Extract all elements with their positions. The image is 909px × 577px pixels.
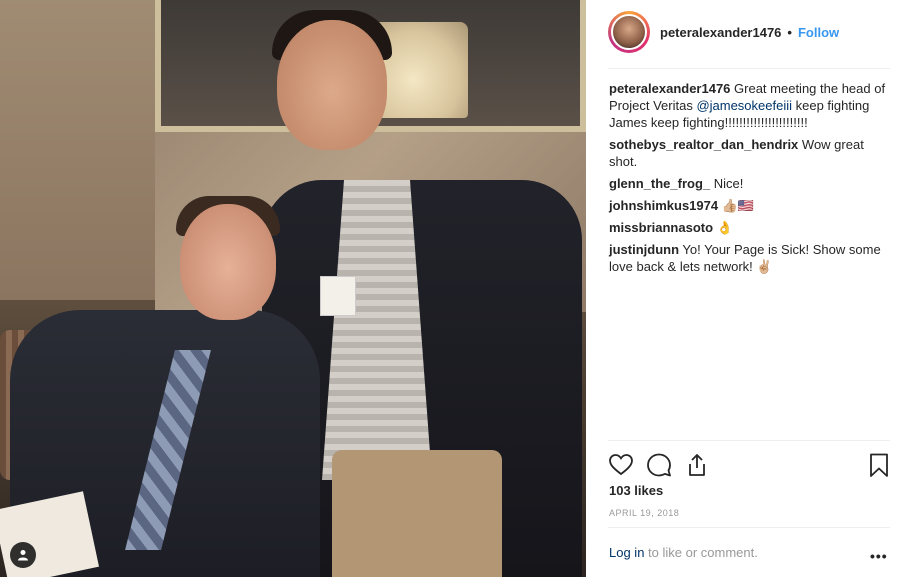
post-header: peteralexander1476 • Follow bbox=[586, 0, 909, 64]
comment-text: 👍🏼🇺🇸 bbox=[718, 198, 755, 213]
login-link[interactable]: Log in bbox=[609, 545, 644, 560]
header-divider bbox=[608, 68, 890, 69]
instagram-post: peteralexander1476 • Follow peteralexand… bbox=[0, 0, 909, 577]
comment-username[interactable]: sothebys_realtor_dan_hendrix bbox=[609, 137, 798, 152]
comment-item: justinjdunn Yo! Your Page is Sick! Show … bbox=[609, 241, 894, 275]
person-pants bbox=[332, 450, 502, 577]
heart-icon bbox=[609, 454, 633, 476]
comment-item: glenn_the_frog_ Nice! bbox=[609, 175, 894, 192]
comment-text: Nice! bbox=[710, 176, 744, 191]
post-photo[interactable] bbox=[0, 0, 586, 577]
person-head bbox=[277, 20, 387, 150]
save-button[interactable] bbox=[866, 452, 892, 478]
caption-comment: peteralexander1476 Great meeting the hea… bbox=[609, 80, 894, 131]
action-bar bbox=[608, 450, 890, 480]
share-icon bbox=[689, 454, 705, 476]
comments-list: peteralexander1476 Great meeting the hea… bbox=[609, 80, 894, 280]
header-username[interactable]: peteralexander1476 bbox=[660, 25, 781, 40]
profile-avatar-ring[interactable] bbox=[608, 11, 650, 53]
comment-button[interactable] bbox=[646, 452, 672, 478]
likes-count[interactable]: 103 likes bbox=[609, 483, 663, 498]
comment-item: missbriannasoto 👌 bbox=[609, 219, 894, 236]
post-date[interactable]: APRIL 19, 2018 bbox=[609, 508, 679, 518]
avatar[interactable] bbox=[611, 14, 647, 50]
more-options-button[interactable]: ••• bbox=[870, 548, 888, 564]
actions-divider bbox=[608, 440, 890, 441]
follow-button[interactable]: Follow bbox=[798, 25, 839, 40]
comment-username[interactable]: glenn_the_frog_ bbox=[609, 176, 710, 191]
comment-username[interactable]: johnshimkus1974 bbox=[609, 198, 718, 213]
comment-item: johnshimkus1974 👍🏼🇺🇸 bbox=[609, 197, 894, 214]
person-head bbox=[180, 204, 276, 320]
comment-text: 👌 bbox=[713, 220, 733, 235]
login-suffix: to like or comment. bbox=[644, 545, 758, 560]
bookmark-icon bbox=[870, 453, 888, 477]
comment-username[interactable]: missbriannasoto bbox=[609, 220, 713, 235]
post-side-panel: peteralexander1476 • Follow peteralexand… bbox=[586, 0, 909, 577]
login-prompt: Log in to like or comment. bbox=[609, 545, 758, 560]
comment-username[interactable]: justinjdunn bbox=[609, 242, 679, 257]
like-button[interactable] bbox=[608, 452, 634, 478]
person-icon bbox=[18, 550, 28, 561]
comment-icon bbox=[647, 453, 671, 477]
tagged-users-icon[interactable] bbox=[10, 542, 36, 568]
mention-link[interactable]: @jamesokeefeiii bbox=[696, 98, 792, 113]
share-button[interactable] bbox=[684, 452, 710, 478]
footer-divider bbox=[608, 527, 890, 528]
header-separator: • bbox=[787, 24, 792, 40]
comment-item: sothebys_realtor_dan_hendrix Wow great s… bbox=[609, 136, 894, 170]
comment-username[interactable]: peteralexander1476 bbox=[609, 81, 730, 96]
